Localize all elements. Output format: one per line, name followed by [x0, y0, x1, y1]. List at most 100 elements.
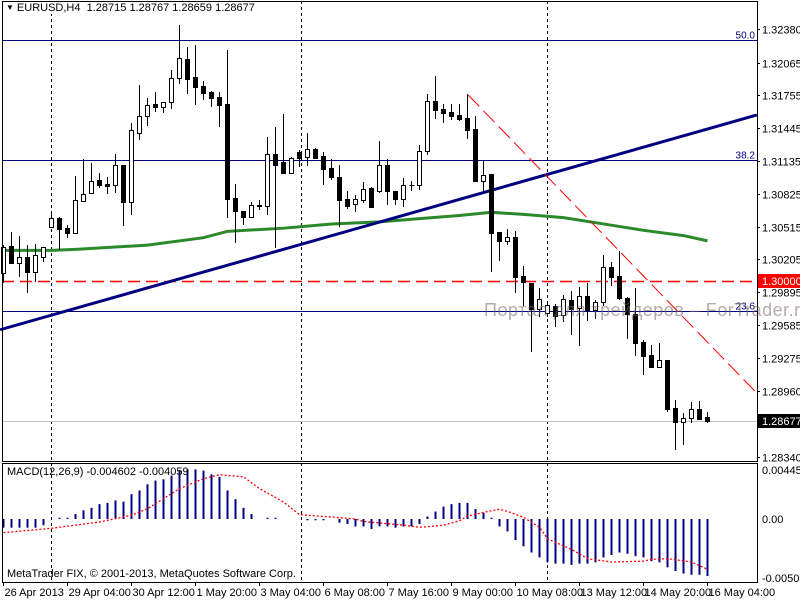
candle-body [401, 185, 406, 200]
candle [73, 176, 78, 234]
candle-body [249, 205, 254, 218]
candle-body [697, 409, 702, 420]
time-tick-label: 16 May 04:00 [709, 587, 776, 599]
time-tick-label: 30 Apr 12:00 [133, 587, 195, 599]
trendline [0, 113, 758, 332]
candle [601, 255, 606, 306]
candle [609, 262, 614, 286]
candle [689, 402, 694, 423]
candle-body [361, 189, 366, 201]
candle [465, 94, 470, 139]
time-tick-label: 9 May 00:00 [453, 587, 514, 599]
candle [265, 137, 270, 215]
candle [681, 413, 686, 445]
candle-body [209, 92, 214, 99]
candle [377, 141, 382, 193]
moving-average-line [3, 210, 708, 252]
candle [457, 104, 462, 121]
candle-body [193, 77, 198, 88]
candle [193, 45, 198, 105]
candle-body [345, 199, 350, 207]
candle [433, 76, 438, 119]
candle [321, 152, 326, 185]
candle-body [337, 177, 342, 201]
candle [185, 47, 190, 94]
time-tick-label: 29 Apr 04:00 [69, 587, 131, 599]
candle-body [137, 116, 142, 134]
candle-body [649, 355, 654, 368]
candle-body [129, 130, 134, 203]
candle [81, 159, 86, 202]
candle-body [33, 255, 38, 273]
candle-body [457, 115, 462, 120]
candle [393, 191, 398, 205]
time-tick-label: 7 May 16:00 [389, 587, 450, 599]
candle [425, 94, 430, 155]
candle [313, 148, 318, 159]
candle [385, 159, 390, 205]
candle-body [673, 408, 678, 423]
macd-label: MACD(12,26,9) -0.004602 -0.004059 [7, 466, 189, 478]
candle-body [225, 104, 230, 200]
macd-axis-label: -0.005033 [762, 573, 800, 585]
candle-body [161, 102, 166, 108]
candle-body [513, 237, 518, 278]
candle-body [241, 211, 246, 218]
candle [137, 85, 142, 140]
candle [369, 187, 374, 208]
time-tick-label: 14 May 20:00 [645, 587, 712, 599]
candle-body [217, 97, 222, 106]
candle-body [289, 158, 294, 174]
candle-body [609, 267, 614, 278]
time-tick-label: 3 May 04:00 [261, 587, 322, 599]
candle [353, 195, 358, 212]
candle [513, 231, 518, 293]
candle-body [41, 247, 46, 258]
candle [409, 181, 415, 191]
candle [97, 173, 102, 188]
candle [49, 212, 54, 228]
price-tick-label: 1.28960 [762, 387, 800, 399]
candle-body [201, 86, 206, 94]
candle [473, 116, 478, 182]
candle [57, 217, 62, 250]
candle-body [425, 101, 430, 152]
candle-body [49, 218, 54, 228]
chart-header: ▼ EURUSD,H4 1.28715 1.28767 1.28659 1.286… [4, 2, 257, 14]
candle [697, 401, 702, 420]
candle [657, 343, 662, 368]
candle-body [233, 198, 238, 212]
candle [489, 174, 494, 272]
candle-body [681, 418, 686, 423]
candle [249, 202, 254, 218]
candle-body [617, 276, 622, 299]
ohlc-label: 1.28715 1.28767 1.28659 1.28677 [86, 2, 255, 14]
candle [641, 340, 646, 375]
candle-body [521, 276, 526, 283]
candle [505, 229, 510, 245]
candle-body [297, 152, 302, 159]
candle-body [473, 129, 478, 182]
candle [617, 251, 622, 300]
candle [177, 25, 182, 84]
candle [345, 191, 350, 209]
triangle-down-icon[interactable]: ▼ [6, 3, 14, 12]
candle [153, 92, 158, 112]
candle-body [689, 409, 694, 419]
candle-body [57, 218, 62, 230]
price-tick-label: 1.29895 [762, 288, 800, 300]
candle-body [17, 257, 22, 264]
candle-body [641, 342, 646, 357]
symbol-label: EURUSD,H4 [16, 2, 81, 14]
macd-panel [2, 469, 709, 577]
candle-body [145, 105, 150, 117]
candle-body [465, 118, 470, 131]
current-price-label: 1.28677 [762, 416, 800, 428]
candle-body [113, 165, 118, 186]
time-tick-label: 6 May 08:00 [325, 587, 386, 599]
macd-axis-label: 0.004459 [762, 465, 800, 477]
candle [497, 232, 502, 261]
candle [673, 400, 678, 450]
candle-body [481, 175, 486, 182]
candle [129, 123, 134, 215]
